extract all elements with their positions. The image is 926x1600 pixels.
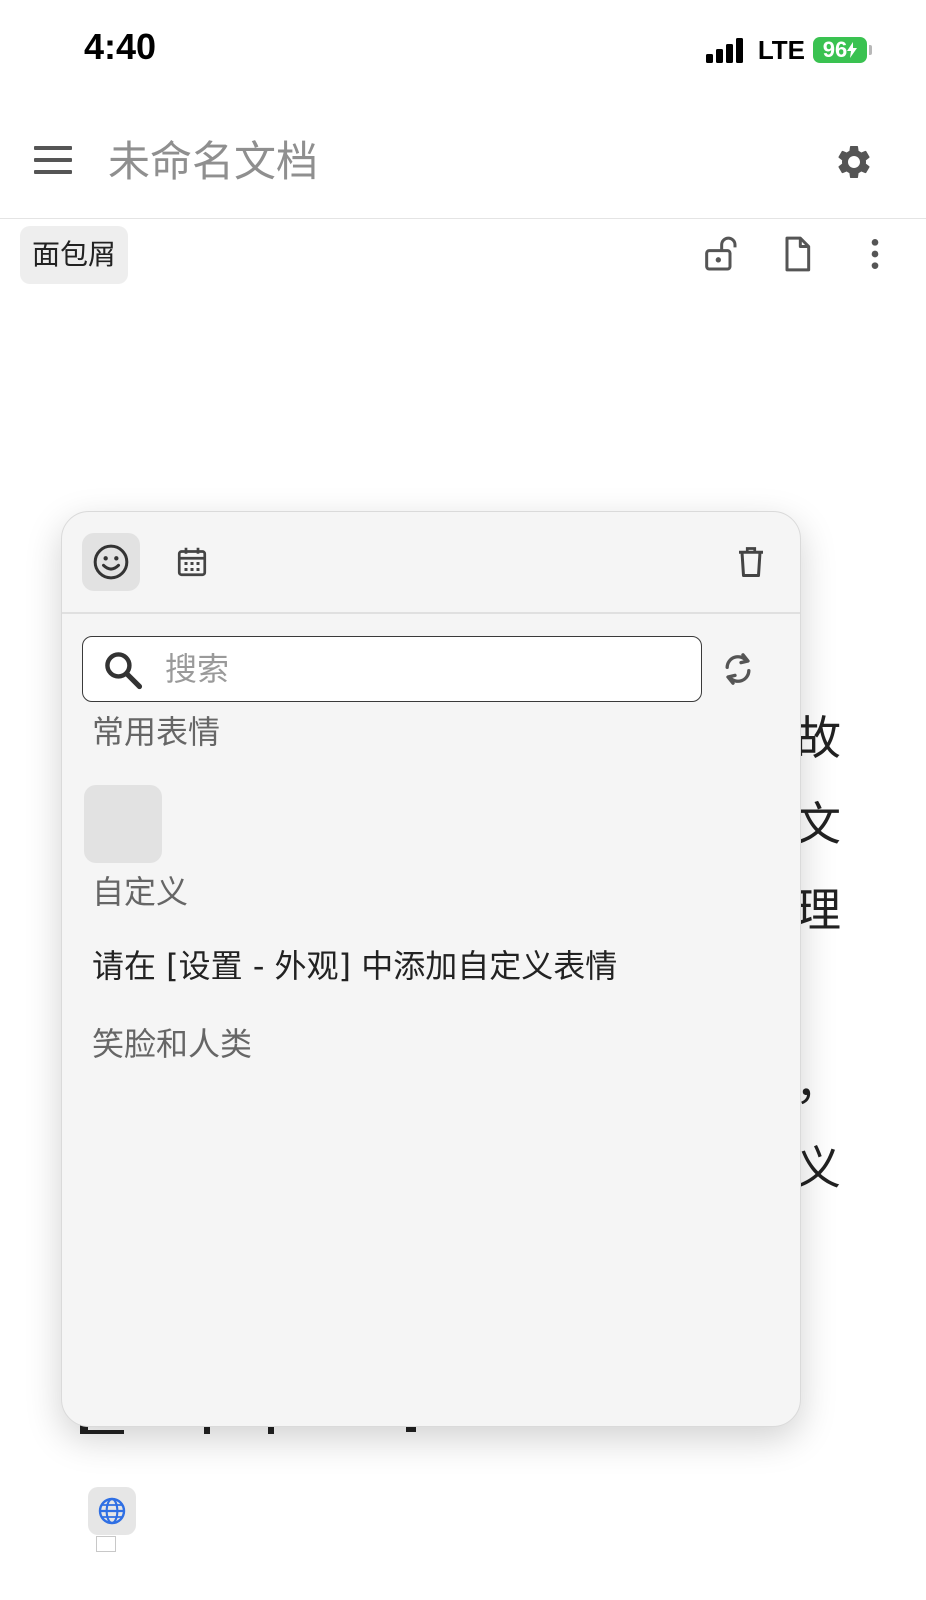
cursor-box [96,1536,116,1552]
calendar-icon [177,547,207,577]
battery-indicator: 96 [813,37,867,63]
document-text-fragment: 故 [795,711,841,765]
status-indicators: LTE 96 [705,32,872,68]
emoji-picker-panel: 常用表情 自定义 请在 [设置 - 外观] 中添加自定义表情 笑脸和人类 [61,511,801,1427]
section-label-frequent: 常用表情 [92,713,221,751]
status-bar: 4:40 LTE 96 [0,0,926,100]
tab-date[interactable] [163,533,221,591]
document-title[interactable]: 未命名文档 [108,134,318,190]
network-type: LTE [757,34,805,65]
custom-emoji-hint: 请在 [设置 - 外观] 中添加自定义表情 [92,947,618,985]
battery-level: 96 [822,37,848,62]
section-label-smileys: 笑脸和人类 [92,1025,253,1063]
breadcrumb[interactable]: 面包屑 [20,226,129,284]
document-icon[interactable] [777,234,817,274]
emoji-panel-header [62,512,800,614]
emoji-search-input[interactable] [165,645,665,693]
unlock-icon[interactable] [700,234,740,274]
recent-emoji-slot[interactable] [84,785,162,863]
smiley-icon [93,544,129,580]
tab-emoji[interactable] [82,533,140,591]
globe-button[interactable] [88,1487,136,1535]
more-vertical-icon[interactable] [855,234,895,274]
gear-icon[interactable] [834,142,874,182]
delete-button[interactable] [722,533,780,591]
top-bar: 未命名文档 [0,106,926,219]
document-text-fragment: 文 [795,797,841,851]
cellular-signal-icon [705,37,746,63]
document-text-fragment: ， [795,1056,841,1110]
status-time: 4:40 [84,26,157,67]
trash-icon [739,547,763,577]
emoji-search-box [82,636,702,702]
charging-bolt-icon [847,42,858,58]
document-text-fragment: 义 [795,1141,841,1195]
section-label-custom: 自定义 [92,873,189,911]
battery-nub [869,45,872,55]
document-text-fragment: 理 [795,883,841,937]
refresh-icon[interactable] [718,649,758,689]
hamburger-menu-icon[interactable] [30,142,78,182]
search-icon [105,652,143,690]
globe-icon [98,1497,126,1525]
